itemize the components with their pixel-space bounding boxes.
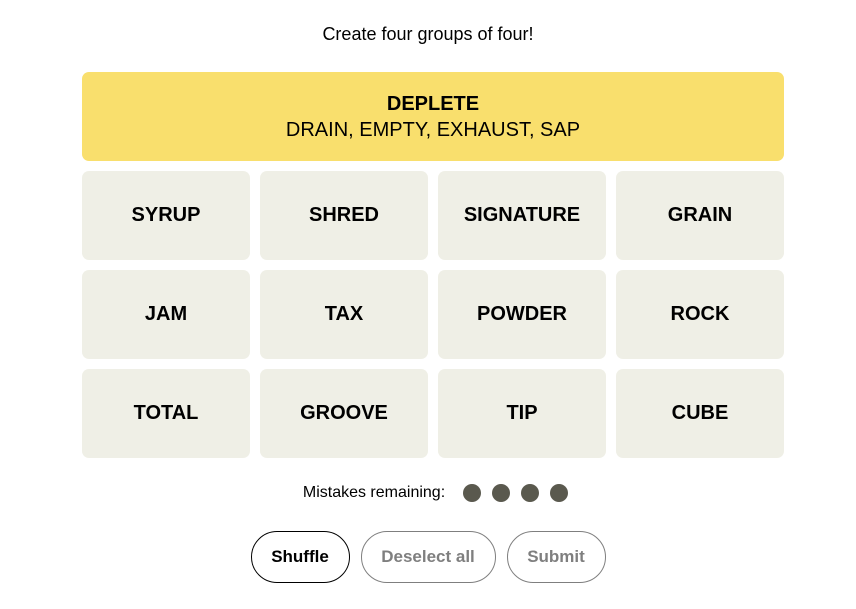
word-tile[interactable]: GRAIN — [616, 171, 784, 260]
word-tile[interactable]: ROCK — [616, 270, 784, 359]
solved-group-category: DEPLETE — [386, 92, 480, 115]
word-tile[interactable]: SYRUP — [82, 171, 250, 260]
word-tile[interactable]: CUBE — [616, 369, 784, 458]
word-tile[interactable]: POWDER — [438, 270, 606, 359]
mistake-dot-icon — [520, 484, 539, 502]
instructions: Create four groups of four! — [322, 24, 534, 44]
word-tile[interactable]: GROOVE — [260, 369, 428, 458]
word-tile[interactable]: JAM — [82, 270, 250, 359]
word-tile[interactable]: TIP — [438, 369, 606, 458]
submit-button[interactable]: Submit — [506, 531, 606, 583]
solved-group-members: DRAIN, EMPTY, EXHAUST, SAP — [285, 118, 581, 141]
mistake-dot-icon — [491, 484, 510, 502]
solved-group: DEPLETE DRAIN, EMPTY, EXHAUST, SAP — [82, 72, 784, 161]
word-tile[interactable]: SIGNATURE — [438, 171, 606, 260]
word-tile[interactable]: TOTAL — [82, 369, 250, 458]
mistake-dot-icon — [549, 484, 568, 502]
word-tile[interactable]: TAX — [260, 270, 428, 359]
word-tile[interactable]: SHRED — [260, 171, 428, 260]
deselect-all-button[interactable]: Deselect all — [360, 531, 496, 583]
word-grid: SYRUP SHRED SIGNATURE GRAIN JAM TAX POWD… — [82, 171, 784, 458]
mistakes-remaining: Mistakes remaining: — [0, 484, 856, 502]
shuffle-button[interactable]: Shuffle — [250, 531, 350, 583]
action-buttons: Shuffle Deselect all Submit — [0, 531, 856, 583]
mistakes-label: Mistakes remaining: — [302, 484, 446, 501]
mistake-dot-icon — [462, 484, 481, 502]
